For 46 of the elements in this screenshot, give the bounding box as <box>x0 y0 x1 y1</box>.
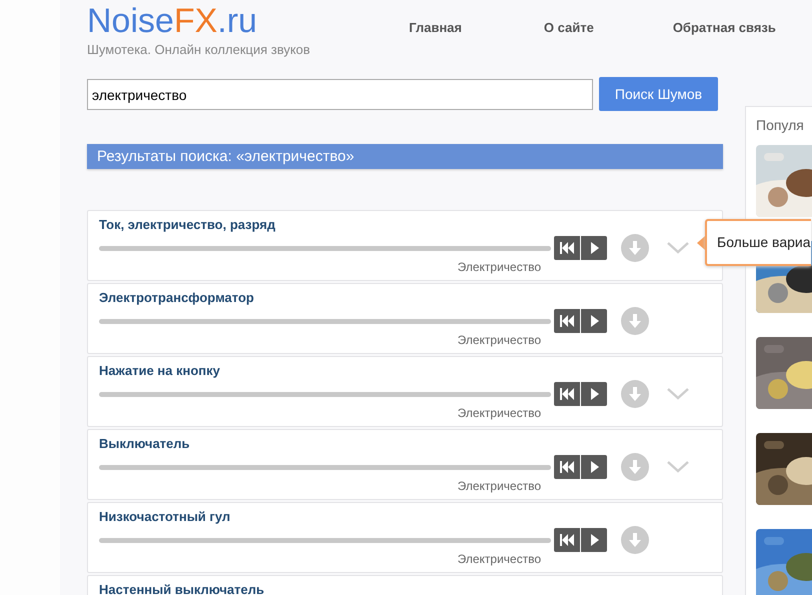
sound-category[interactable]: Электричество <box>458 552 541 566</box>
rewind-icon <box>560 242 574 254</box>
sound-title[interactable]: Выключатель <box>99 436 712 452</box>
play-icon <box>590 388 598 400</box>
play-button[interactable] <box>581 309 607 333</box>
results-heading: Результаты поиска: «электричество» <box>87 144 723 169</box>
play-icon <box>590 461 598 473</box>
progress-track[interactable] <box>99 246 551 251</box>
tooltip-pointer <box>697 236 705 250</box>
rewind-button[interactable] <box>554 309 580 333</box>
nav-link[interactable]: Обратная связь <box>672 20 776 35</box>
sound-category[interactable]: Электричество <box>458 260 541 274</box>
search-field[interactable]: электричество <box>87 79 593 110</box>
progress-track[interactable] <box>99 319 551 324</box>
rewind-icon <box>560 461 574 473</box>
play-button[interactable] <box>581 236 607 260</box>
site-logo[interactable]: NoiseFX.ru <box>87 3 409 39</box>
sound-title[interactable]: Электротрансформатор <box>99 290 712 306</box>
sound-title[interactable]: Нажатие на кнопку <box>99 363 712 379</box>
sound-category[interactable]: Электричество <box>458 406 541 420</box>
sound-category[interactable]: Электричество <box>458 479 541 493</box>
play-button[interactable] <box>581 382 607 406</box>
play-icon <box>590 315 598 327</box>
progress-track[interactable] <box>99 392 551 397</box>
nav-link[interactable]: О сайте <box>544 20 594 35</box>
play-icon <box>590 534 598 546</box>
play-button[interactable] <box>581 528 607 552</box>
tooltip: Больше вариа <box>705 219 810 266</box>
rewind-button[interactable] <box>554 528 580 552</box>
search-button[interactable]: Поиск Шумов <box>599 77 718 111</box>
site-tagline: Шумотека. Онлайн коллекция звуков <box>87 42 312 57</box>
rewind-button[interactable] <box>554 382 580 406</box>
rewind-button[interactable] <box>554 455 580 479</box>
sound-title[interactable]: Низкочастотный гул <box>99 509 712 525</box>
rewind-icon <box>560 315 574 327</box>
sidebar-title: Популя <box>756 117 805 133</box>
sound-title[interactable]: Настенный выключатель <box>99 582 712 595</box>
rewind-button[interactable] <box>554 236 580 260</box>
sound-category[interactable]: Электричество <box>458 333 541 347</box>
progress-track[interactable] <box>99 465 551 470</box>
play-icon <box>590 242 598 254</box>
nav-link[interactable]: Главная <box>409 20 462 35</box>
progress-track[interactable] <box>99 538 551 543</box>
play-button[interactable] <box>581 455 607 479</box>
rewind-icon <box>560 388 574 400</box>
rewind-icon <box>560 534 574 546</box>
